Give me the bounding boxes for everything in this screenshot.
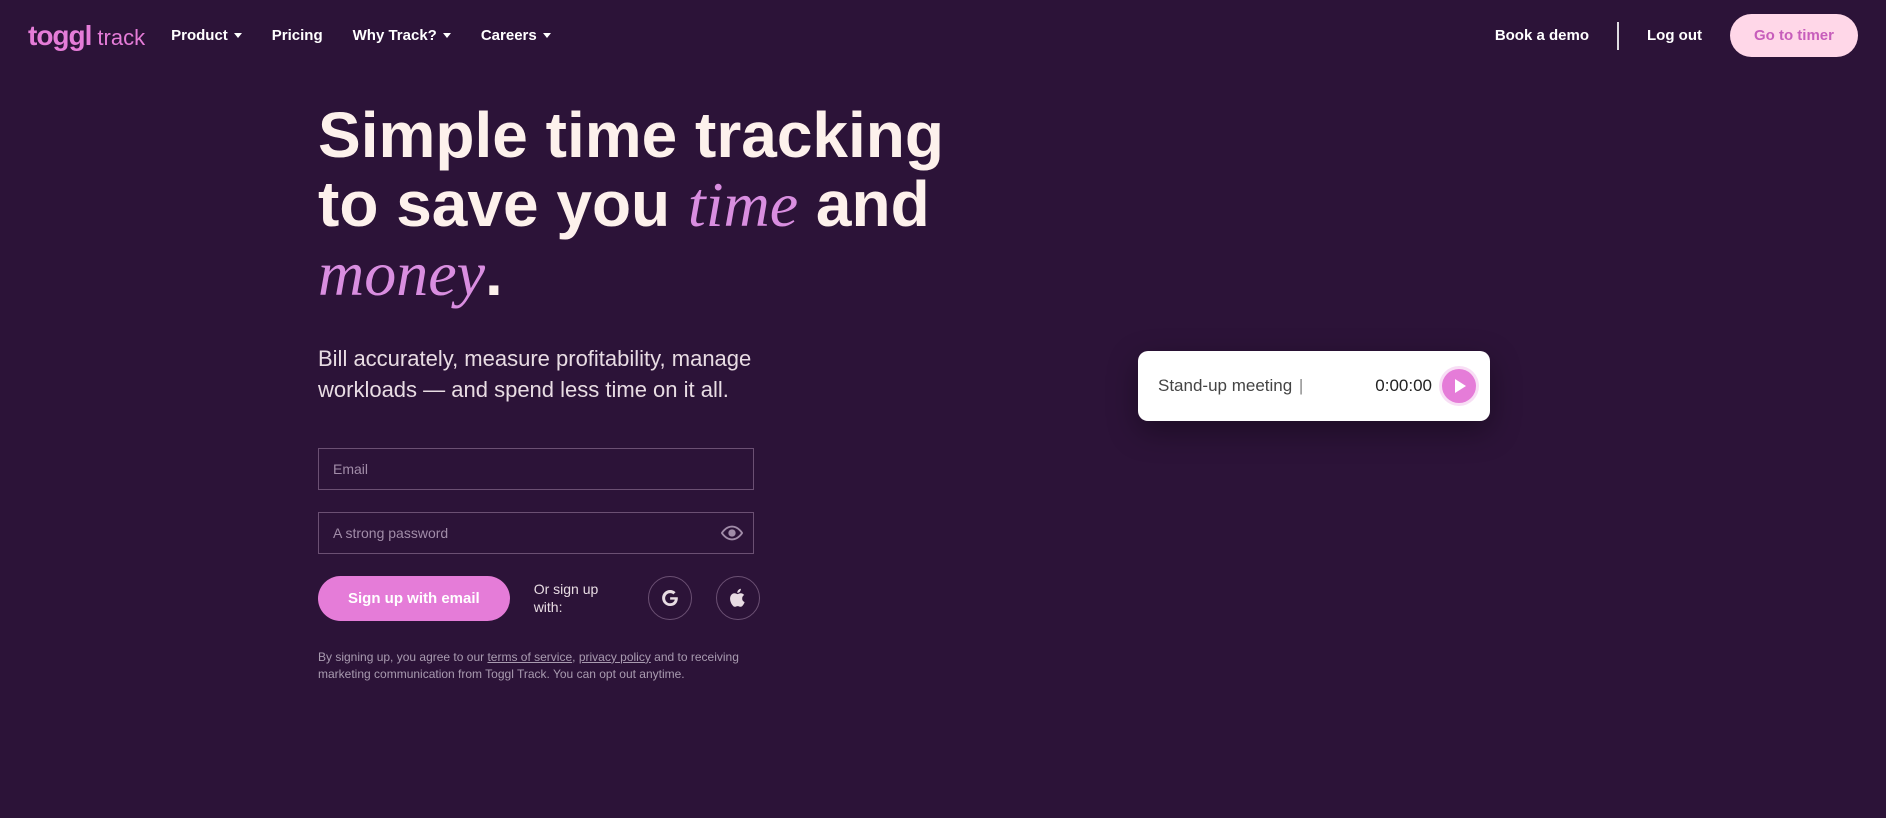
- timer-entry-text: Stand-up meeting: [1158, 376, 1292, 395]
- legal-text: By signing up, you agree to our terms of…: [318, 649, 788, 683]
- book-demo-link[interactable]: Book a demo: [1495, 27, 1589, 44]
- legal-part: By signing up, you agree to our: [318, 650, 487, 664]
- primary-nav: Product Pricing Why Track? Careers: [171, 27, 1469, 44]
- nav-label: Product: [171, 27, 228, 44]
- timer-entry-label: Stand-up meeting |: [1158, 376, 1365, 396]
- hero-title: Simple time tracking to save you time an…: [318, 101, 958, 308]
- signup-google-button[interactable]: [648, 576, 692, 620]
- nav-careers[interactable]: Careers: [481, 27, 551, 44]
- signup-email-button[interactable]: Sign up with email: [318, 576, 510, 621]
- chevron-down-icon: [443, 33, 451, 38]
- apple-icon: [728, 587, 748, 609]
- toggle-password-visibility[interactable]: [711, 522, 753, 544]
- go-to-timer-button[interactable]: Go to timer: [1730, 14, 1858, 57]
- email-field-wrapper: [318, 448, 754, 490]
- header-actions: Book a demo Log out Go to timer: [1495, 14, 1858, 57]
- legal-part: ,: [572, 650, 579, 664]
- logo-text: toggl: [28, 20, 91, 52]
- or-sign-up-label: Or sign up with:: [534, 580, 624, 618]
- signup-row: Sign up with email Or sign up with:: [318, 576, 958, 621]
- text-cursor: |: [1294, 376, 1303, 395]
- play-icon: [1455, 379, 1466, 393]
- timer-duration: 0:00:00: [1375, 376, 1432, 396]
- chevron-down-icon: [543, 33, 551, 38]
- password-field[interactable]: [319, 525, 711, 541]
- chevron-down-icon: [234, 33, 242, 38]
- email-field[interactable]: [319, 461, 753, 477]
- privacy-link[interactable]: privacy policy: [579, 650, 651, 664]
- logo[interactable]: toggl track: [28, 20, 145, 52]
- terms-link[interactable]: terms of service: [487, 650, 572, 664]
- nav-label: Pricing: [272, 27, 323, 44]
- nav-why-track[interactable]: Why Track?: [353, 27, 451, 44]
- hero-left: Simple time tracking to save you time an…: [318, 101, 958, 683]
- start-timer-button[interactable]: [1442, 369, 1476, 403]
- site-header: toggl track Product Pricing Why Track? C…: [0, 0, 1886, 71]
- logout-link[interactable]: Log out: [1647, 27, 1702, 44]
- hero-title-part: and: [798, 168, 930, 240]
- hero-accent-time: time: [688, 169, 798, 240]
- nav-label: Why Track?: [353, 27, 437, 44]
- password-field-wrapper: [318, 512, 754, 554]
- hero-accent-money: money: [318, 238, 485, 309]
- eye-icon: [721, 522, 743, 544]
- main-content: Simple time tracking to save you time an…: [0, 71, 1886, 683]
- google-icon: [660, 588, 680, 608]
- nav-label: Careers: [481, 27, 537, 44]
- nav-product[interactable]: Product: [171, 27, 242, 44]
- logo-suffix: track: [97, 25, 145, 51]
- hero-subhead: Bill accurately, measure profitability, …: [318, 344, 788, 406]
- signup-apple-button[interactable]: [716, 576, 760, 620]
- hero-right: Stand-up meeting | 0:00:00: [958, 101, 1886, 683]
- nav-pricing[interactable]: Pricing: [272, 27, 323, 44]
- hero-title-part: .: [485, 237, 503, 309]
- divider: [1617, 22, 1619, 50]
- timer-card: Stand-up meeting | 0:00:00: [1138, 351, 1490, 421]
